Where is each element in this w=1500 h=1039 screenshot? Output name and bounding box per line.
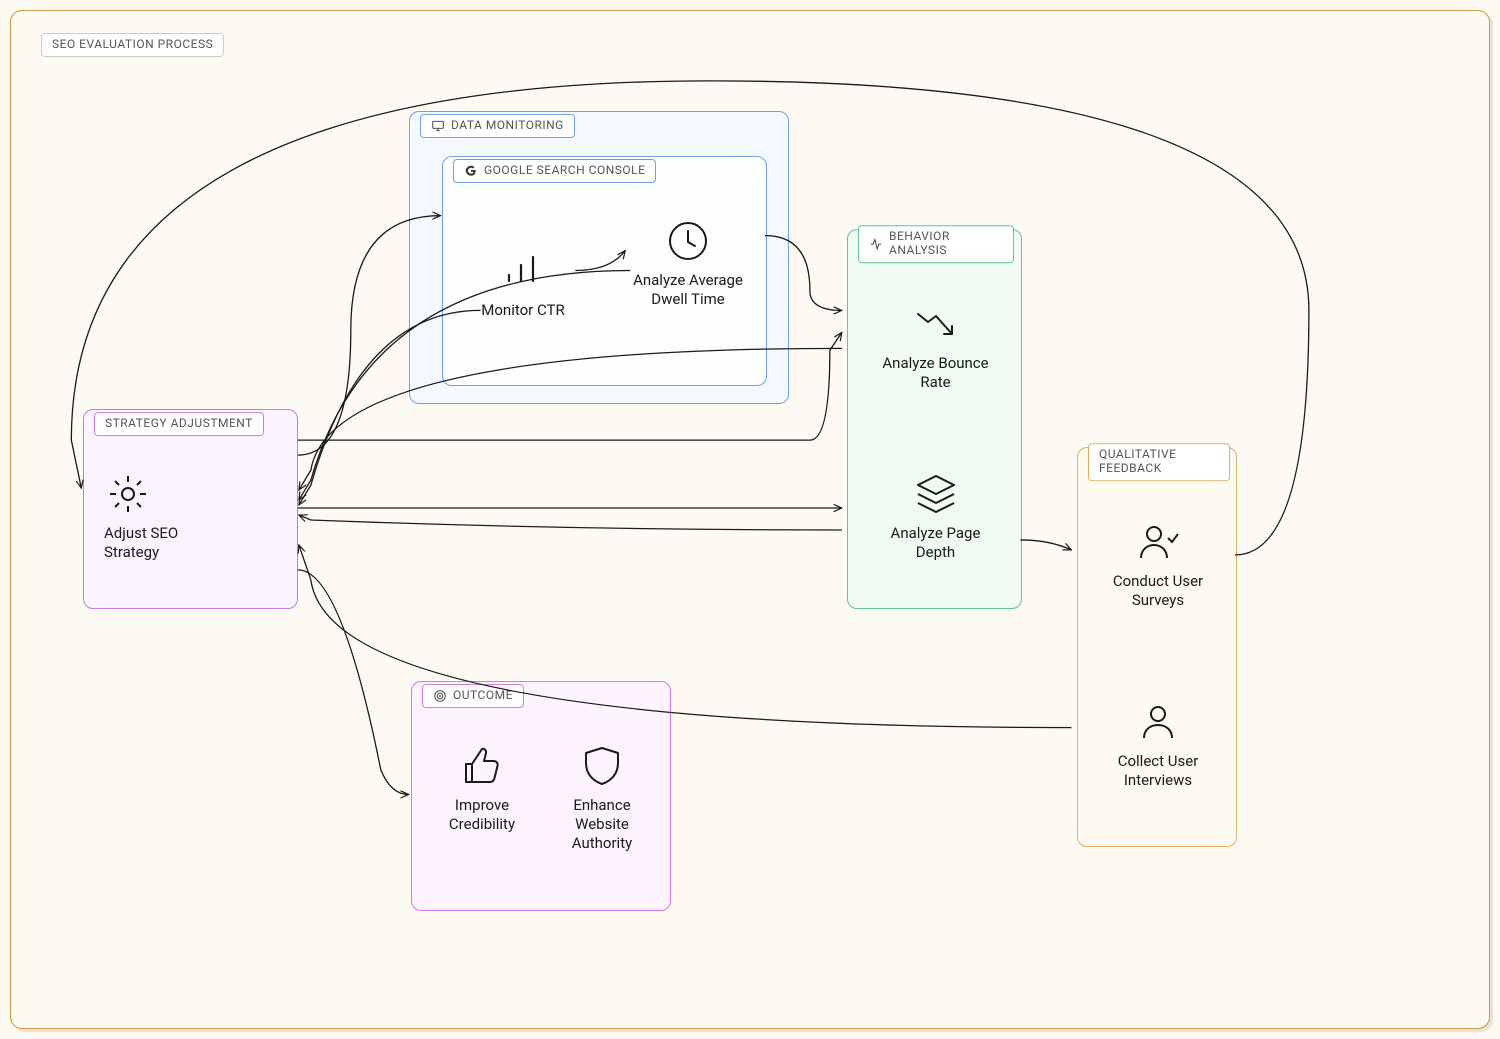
diagram-title-label: SEO EVALUATION PROCESS	[41, 33, 224, 57]
diagram-canvas: SEO EVALUATION PROCESS DATA MONITORING G…	[10, 10, 1490, 1029]
group-label-behavior: BEHAVIOR ANALYSIS	[858, 225, 1014, 263]
node-monitor-ctr: Monitor CTR	[468, 247, 578, 320]
clock-icon	[664, 217, 712, 265]
google-g-icon	[464, 164, 478, 178]
group-behavior-analysis: BEHAVIOR ANALYSIS Analyze Bounce Rate An…	[847, 229, 1022, 609]
group-outcome: OUTCOME Improve Credibility Enhance Webs…	[411, 681, 671, 911]
node-improve-credibility: Improve Credibility	[432, 742, 532, 834]
group-qualitative-feedback: QUALITATIVE FEEDBACK Conduct User Survey…	[1077, 447, 1237, 847]
shield-icon	[578, 742, 626, 790]
group-data-monitoring: DATA MONITORING GOOGLE SEARCH CONSOLE Mo…	[409, 111, 789, 404]
node-user-interviews: Collect User Interviews	[1103, 698, 1213, 790]
user-icon	[1134, 698, 1182, 746]
diagram-title: SEO EVALUATION PROCESS	[52, 38, 213, 52]
node-dwell-time: Analyze Average Dwell Time	[633, 217, 743, 309]
node-adjust-seo: Adjust SEO Strategy	[104, 470, 224, 562]
target-icon	[433, 689, 447, 703]
trend-down-icon	[912, 300, 960, 348]
thumbs-up-icon	[458, 742, 506, 790]
group-google-search-console: GOOGLE SEARCH CONSOLE Monitor CTR Analyz…	[442, 156, 767, 386]
group-label-data-monitoring: DATA MONITORING	[420, 114, 575, 138]
monitor-icon	[431, 119, 445, 133]
node-page-depth: Analyze Page Depth	[878, 470, 993, 562]
group-label-outcome: OUTCOME	[422, 684, 524, 708]
group-strategy-adjustment: STRATEGY ADJUSTMENT Adjust SEO Strategy	[83, 409, 298, 609]
bar-chart-icon	[499, 247, 547, 295]
gear-icon	[104, 470, 152, 518]
group-label-feedback: QUALITATIVE FEEDBACK	[1088, 443, 1230, 481]
node-enhance-authority: Enhance Website Authority	[552, 742, 652, 852]
user-check-icon	[1134, 518, 1182, 566]
node-bounce-rate: Analyze Bounce Rate	[878, 300, 993, 392]
node-user-surveys: Conduct User Surveys	[1103, 518, 1213, 610]
group-label-gsc: GOOGLE SEARCH CONSOLE	[453, 159, 656, 183]
group-label-strategy: STRATEGY ADJUSTMENT	[94, 412, 264, 436]
activity-icon	[869, 237, 883, 251]
layers-icon	[912, 470, 960, 518]
